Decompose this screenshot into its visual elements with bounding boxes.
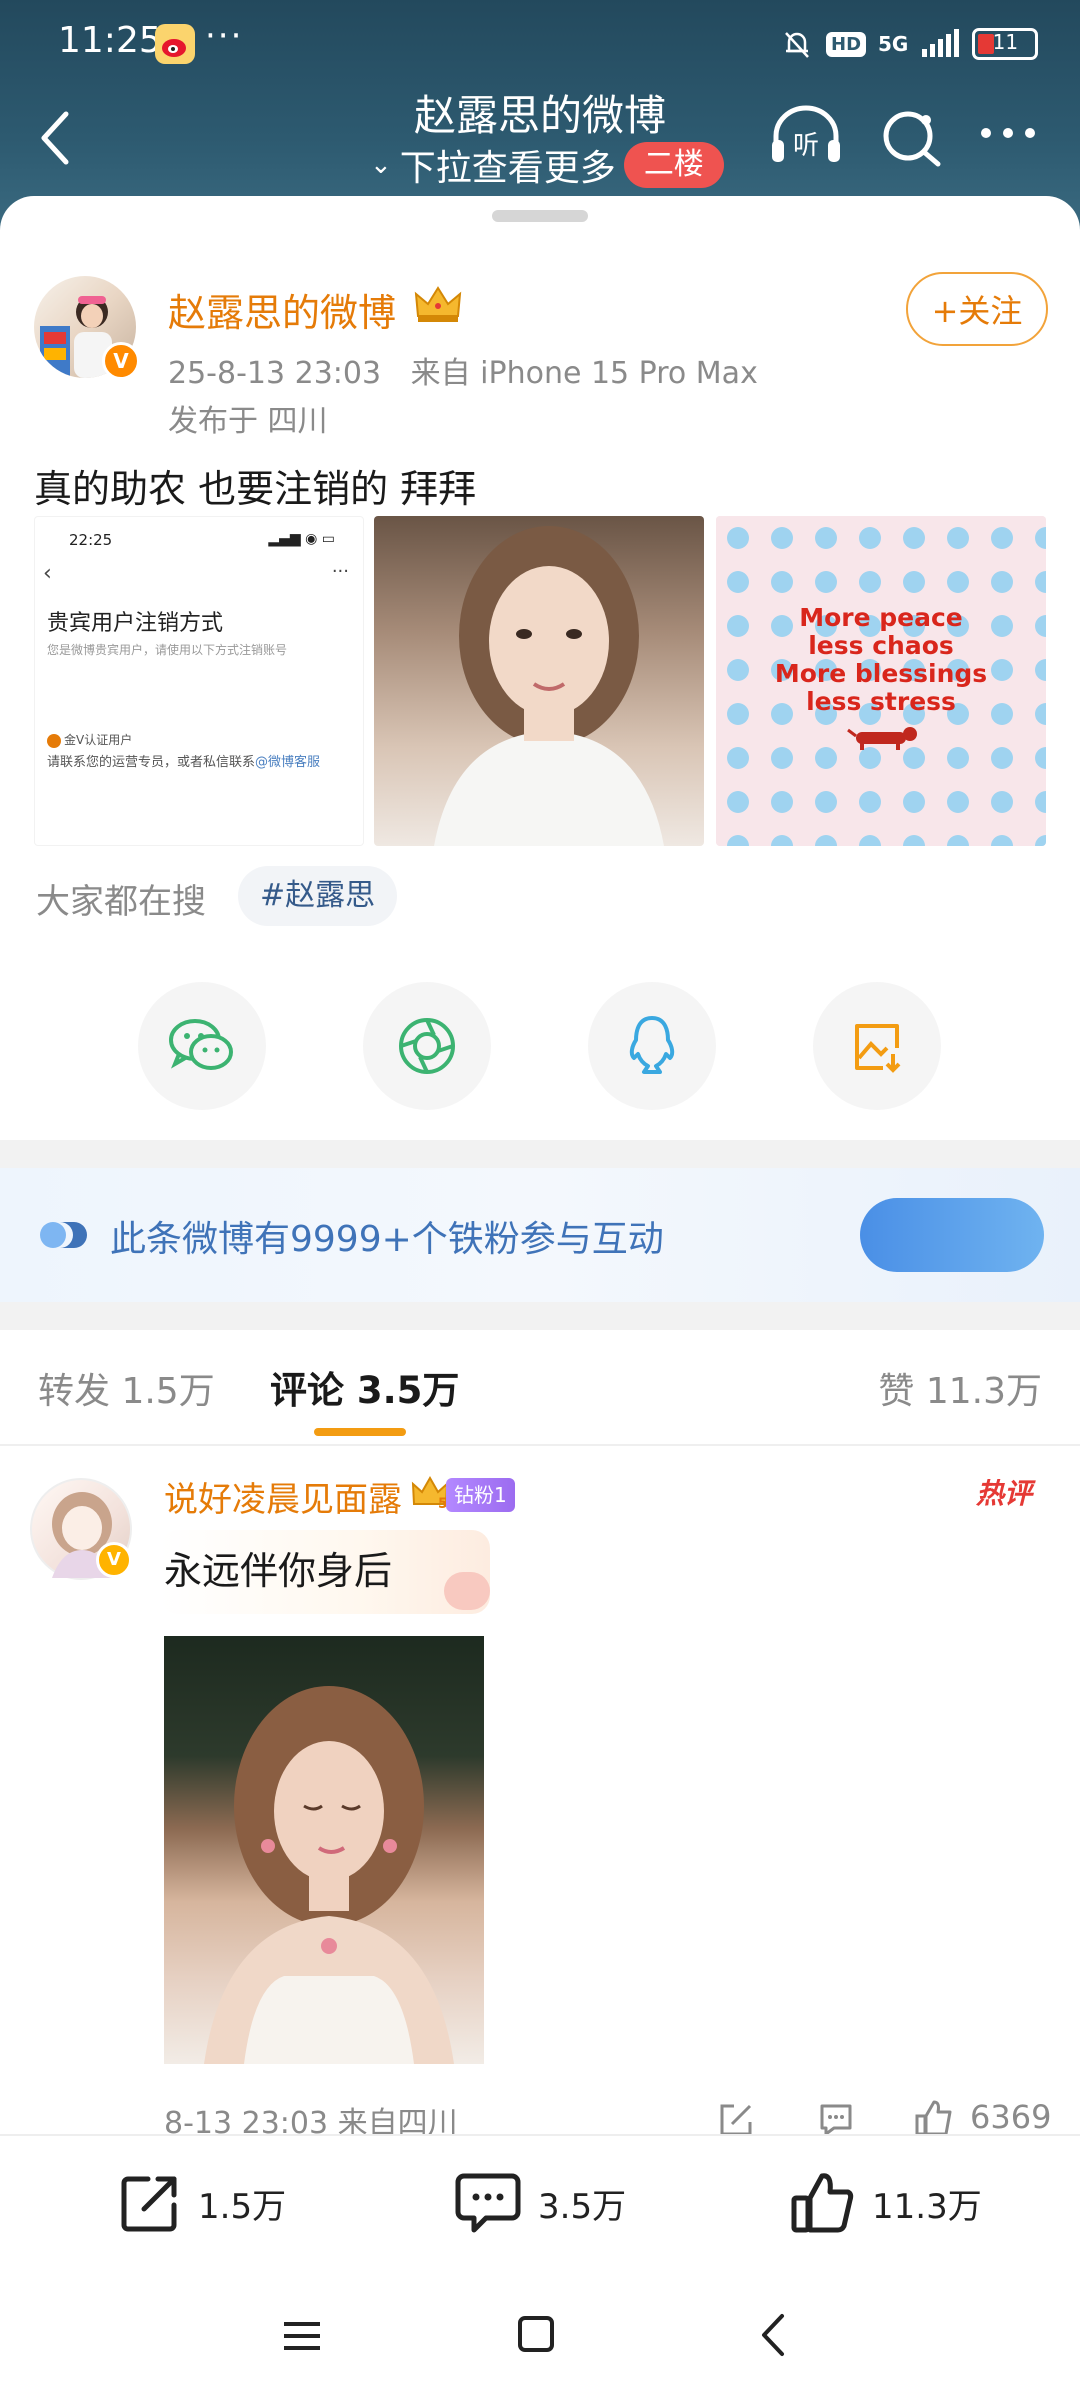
share-save-image-button[interactable] bbox=[813, 982, 941, 1110]
search-icon[interactable] bbox=[880, 106, 944, 170]
comment-share-icon[interactable] bbox=[718, 2102, 754, 2138]
pull-down-hint[interactable]: ⌄ 下拉查看更多 二楼 bbox=[370, 140, 724, 190]
gold-v-icon bbox=[47, 733, 61, 748]
screenshot-contact: 请联系您的运营专员，或者私信联系@微博客服 bbox=[47, 751, 320, 770]
author-name[interactable]: 赵露思的微博 bbox=[168, 282, 396, 337]
comment-image[interactable] bbox=[164, 1636, 484, 2064]
mute-bell-icon bbox=[785, 32, 809, 58]
post-location: 发布于 四川 bbox=[168, 404, 328, 439]
comment-button[interactable]: 3.5万 bbox=[454, 2168, 626, 2238]
screenshot-contact-text: 请联系您的运营专员，或者私信联系 bbox=[47, 755, 256, 770]
repost-button[interactable]: 1.5万 bbox=[118, 2168, 286, 2238]
repost-icon bbox=[121, 2176, 177, 2232]
comment-icon bbox=[455, 2173, 521, 2233]
fan-level-badge: 钻粉1 bbox=[446, 1478, 515, 1512]
more-options-icon[interactable] bbox=[978, 118, 1038, 148]
comment-like-count: 6369 bbox=[970, 2098, 1052, 2136]
screenshot-time: 22:25 bbox=[69, 531, 113, 549]
svg-text:听: 听 bbox=[793, 131, 819, 161]
network-type: 5G bbox=[878, 32, 909, 56]
status-time: 11:25 bbox=[58, 20, 162, 61]
poster-line: More peace bbox=[799, 603, 963, 632]
bubble-sticker-icon bbox=[444, 1572, 490, 1610]
screenshot-v-user: 金V认证用户 bbox=[47, 731, 132, 748]
repost-count: 1.5万 bbox=[198, 2186, 287, 2227]
tab-comment[interactable]: 评论 3.5万 bbox=[270, 1360, 459, 1414]
thumbs-up-icon bbox=[791, 2173, 854, 2233]
section-divider bbox=[0, 1302, 1080, 1330]
fan-crown-icon: 5 bbox=[410, 1474, 450, 1514]
post-meta: 25-8-13 23:03 来自 iPhone 15 Pro Max bbox=[168, 348, 758, 392]
commenter-name[interactable]: 说好凌晨见面露 bbox=[164, 1472, 402, 1521]
screenshot-title: 贵宾用户注销方式 bbox=[47, 611, 224, 636]
tab-like[interactable]: 赞 11.3万 bbox=[878, 1362, 1042, 1414]
battery-icon: 11 bbox=[972, 28, 1039, 60]
like-count: 11.3万 bbox=[872, 2186, 982, 2227]
post-source: 来自 iPhone 15 Pro Max bbox=[410, 356, 758, 391]
nav-back-icon[interactable] bbox=[754, 2310, 794, 2360]
fans-banner-button[interactable] bbox=[860, 1198, 1044, 1272]
fans-banner-icon bbox=[40, 1218, 88, 1252]
post-image-poster[interactable]: More peace less chaos More blessings les… bbox=[716, 516, 1046, 846]
screenshot-subtitle: 您是微博贵宾用户，请使用以下方式注销账号 bbox=[47, 643, 288, 657]
comment-reply-icon[interactable] bbox=[818, 2102, 854, 2138]
poster-line: less chaos bbox=[808, 631, 954, 660]
comment-count: 3.5万 bbox=[538, 2186, 627, 2227]
chevron-down-icon: ⌄ bbox=[370, 150, 392, 180]
crown-icon bbox=[412, 282, 464, 328]
comment-text: 永远伴你身后 bbox=[164, 1549, 393, 1593]
like-button[interactable]: 11.3万 bbox=[790, 2168, 982, 2238]
nav-home-icon[interactable] bbox=[516, 2314, 556, 2354]
share-wechat-button[interactable] bbox=[138, 982, 266, 1110]
follow-button[interactable]: +关注 bbox=[906, 272, 1048, 346]
post-image-portrait[interactable] bbox=[374, 516, 704, 846]
trending-search-label: 大家都在搜 bbox=[36, 882, 206, 922]
hd-badge: HD bbox=[826, 31, 867, 57]
status-notification-dots: ··· bbox=[205, 16, 244, 56]
wechat-icon bbox=[169, 1019, 233, 1070]
active-tab-indicator bbox=[314, 1428, 406, 1436]
poster-text: More peace less chaos More blessings les… bbox=[716, 604, 1046, 716]
moments-icon bbox=[399, 1018, 455, 1074]
qq-icon bbox=[629, 1016, 675, 1074]
poster-line: More blessings bbox=[774, 659, 988, 688]
second-floor-badge: 二楼 bbox=[623, 142, 724, 188]
verified-badge-icon: V bbox=[102, 342, 140, 380]
share-qq-button[interactable] bbox=[588, 982, 716, 1110]
verified-badge-icon: V bbox=[96, 1542, 132, 1578]
comment-like-icon[interactable] bbox=[914, 2098, 954, 2138]
poster-line: less stress bbox=[806, 687, 956, 716]
pull-hint-text: 下拉查看更多 bbox=[399, 148, 616, 189]
weibo-app-icon bbox=[155, 24, 195, 64]
status-indicators: HD 5G 11 bbox=[780, 20, 1039, 68]
fans-banner-text: 此条微博有9999+个铁粉参与互动 bbox=[110, 1219, 664, 1260]
save-image-icon bbox=[855, 1024, 901, 1073]
section-divider bbox=[0, 1140, 1080, 1168]
post-image-screenshot[interactable]: 22:25 ▂▄▆ ◉ ▭ ‹ ··· 贵宾用户注销方式 您是微博贵宾用户，请使… bbox=[34, 516, 364, 846]
topic-tag[interactable]: #赵露思 bbox=[238, 866, 398, 926]
tab-divider bbox=[0, 1444, 1080, 1446]
screenshot-status-icons: ▂▄▆ ◉ ▭ bbox=[268, 531, 335, 547]
hot-comment-badge: 热评 bbox=[976, 1477, 1033, 1510]
screenshot-more-icon: ··· bbox=[331, 561, 349, 582]
listen-headphone-icon[interactable]: 听 bbox=[768, 104, 844, 168]
screenshot-contact-link: @微博客服 bbox=[255, 755, 321, 770]
signal-icon bbox=[922, 29, 960, 57]
battery-level: 11 bbox=[992, 30, 1019, 54]
post-date: 25-8-13 23:03 bbox=[168, 356, 382, 391]
nav-recent-apps-icon[interactable] bbox=[280, 2314, 324, 2358]
post-text: 真的助农 也要注销的 拜拜 bbox=[34, 467, 477, 511]
tab-repost[interactable]: 转发 1.5万 bbox=[38, 1362, 215, 1414]
grab-handle[interactable] bbox=[492, 210, 588, 222]
share-moments-button[interactable] bbox=[363, 982, 491, 1110]
screenshot-back-icon: ‹ bbox=[43, 561, 52, 586]
screenshot-v-user-text: 金V认证用户 bbox=[64, 733, 133, 747]
